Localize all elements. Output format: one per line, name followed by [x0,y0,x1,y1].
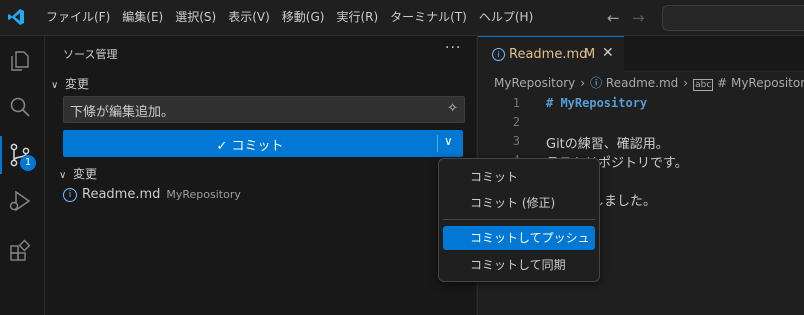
menu-file[interactable]: ファイル(F) [40,0,116,35]
title-bar: ファイル(F) 編集(E) 選択(S) 表示(V) 移動(G) 実行(R) ター… [0,0,804,36]
menu-item-label: コミットしてプッシュ [470,231,590,245]
menu-view[interactable]: 表示(V) [222,0,276,35]
breadcrumb-file[interactable]: Readme.md [606,76,678,90]
file-name: Readme.md [82,187,161,202]
commit-button-label: ✓ コミット [216,139,284,154]
source-control-panel: ソース管理 ··· ∨ 変更 下條が編集追加。 ✧ ✓ コミット ∨ ∨ 変更 iR… [45,36,476,315]
commit-button[interactable]: ✓ コミット ∨ [63,130,463,157]
menu-bar: ファイル(F) 編集(E) 選択(S) 表示(V) 移動(G) 実行(R) ター… [40,0,539,35]
activity-bar [0,36,45,315]
info-icon: ⓘ [590,76,603,90]
chevron-down-icon[interactable]: ∨ [444,134,453,148]
info-icon: i [63,188,77,202]
menu-item-commit[interactable]: コミット [443,165,595,189]
symbol-string-icon: abc [693,79,714,91]
breadcrumb-symbol[interactable]: # MyRepository [717,76,804,90]
menu-divider [443,219,595,220]
commit-button-divider [437,135,438,152]
breadcrumb-repo[interactable]: MyRepository [494,76,575,90]
file-dir: MyRepository [166,188,241,201]
source-control-badge: 1 [20,155,36,171]
code-line: 1 # MyRepository [478,94,804,113]
explorer-icon[interactable] [7,48,33,74]
sparkle-icon[interactable]: ✧ [447,101,458,116]
chevron-down-icon: ∨ [59,170,67,181]
menu-run[interactable]: 実行(R) [330,0,384,35]
arrow-right-icon[interactable]: → [632,9,645,27]
run-debug-icon[interactable] [7,188,33,214]
code-line: 3 Gitの練習、確認用。 [478,132,804,152]
close-icon[interactable]: ✕ [602,45,614,61]
list-item[interactable]: i Readme.md MyRepository [63,187,241,207]
menu-edit[interactable]: 編集(E) [116,0,169,35]
tab-strip: i Readme.md M ✕ [478,36,804,72]
line-number: 2 [512,115,520,129]
commit-message-text: 下條が編集追加。 [70,105,175,120]
section-label: 変更 [65,77,90,91]
changes-group-header[interactable]: ∨ 変更 [59,165,97,182]
breadcrumb: MyRepository › ⓘ Readme.md › abc # MyReposit… [494,74,804,91]
menu-help[interactable]: ヘルプ(H) [473,0,539,35]
code-line: 2 [478,113,804,132]
changes-label: 変更 [73,167,98,181]
menu-item-label: コミット (修正) [470,196,556,210]
line-content: # MyRepository [546,96,648,110]
menu-item-commit-sync[interactable]: コミットして同期 [443,253,595,277]
line-number: 3 [512,134,520,148]
line-number: 1 [512,96,520,110]
repository-section-header[interactable]: ∨ 変更 [51,75,89,92]
commit-dropdown-menu: コミット コミット (修正) コミットしてプッシュ コミットして同期 [438,158,600,282]
chevron-down-icon: ∨ [51,80,59,91]
tab-readme[interactable]: i Readme.md M ✕ [478,36,624,72]
menu-item-commit-amend[interactable]: コミット (修正) [443,191,595,215]
chevron-right-icon: › [683,76,689,90]
menu-selection[interactable]: 選択(S) [169,0,222,35]
menu-terminal[interactable]: ターミナル(T) [384,0,473,35]
vscode-logo-icon [8,9,24,25]
modified-badge: M [584,47,596,62]
search-icon[interactable] [7,94,33,120]
chevron-right-icon: › [580,76,586,90]
arrow-left-icon[interactable]: ← [607,9,620,27]
more-actions-icon[interactable]: ··· [445,40,461,56]
tab-label: Readme.md [509,47,588,62]
menu-item-label: コミット [470,170,519,184]
menu-item-commit-push[interactable]: コミットしてプッシュ [443,226,595,250]
line-content: Gitの練習、確認用。 [546,137,669,152]
commit-message-input[interactable]: 下條が編集追加。 ✧ [63,96,465,123]
extensions-icon[interactable] [7,238,33,264]
panel-title: ソース管理 [63,48,118,61]
command-center-search[interactable] [662,5,804,31]
menu-go[interactable]: 移動(G) [276,0,331,35]
info-icon: i [492,48,505,61]
menu-item-label: コミットして同期 [470,258,566,272]
